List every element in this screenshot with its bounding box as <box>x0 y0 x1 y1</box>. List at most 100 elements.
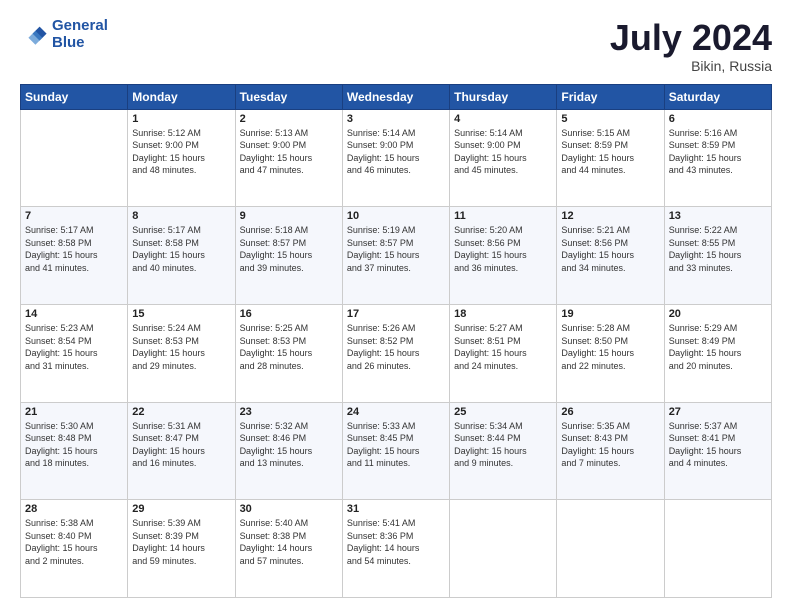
day-info: Sunrise: 5:28 AM Sunset: 8:50 PM Dayligh… <box>561 322 659 372</box>
day-info: Sunrise: 5:17 AM Sunset: 8:58 PM Dayligh… <box>25 224 123 274</box>
day-info: Sunrise: 5:25 AM Sunset: 8:53 PM Dayligh… <box>240 322 338 372</box>
day-number: 28 <box>25 503 123 515</box>
calendar-header-row: SundayMondayTuesdayWednesdayThursdayFrid… <box>21 84 772 109</box>
calendar-cell: 27 Sunrise: 5:37 AM Sunset: 8:41 PM Dayli… <box>664 402 771 500</box>
day-number: 31 <box>347 503 445 515</box>
logo-text: General Blue <box>52 18 108 51</box>
calendar-cell: 10 Sunrise: 5:19 AM Sunset: 8:57 PM Dayli… <box>342 207 449 305</box>
day-number: 16 <box>240 308 338 320</box>
calendar-cell: 28 Sunrise: 5:38 AM Sunset: 8:40 PM Dayli… <box>21 500 128 598</box>
day-number: 19 <box>561 308 659 320</box>
main-title: July 2024 <box>610 18 772 58</box>
logo: General Blue <box>20 18 108 51</box>
calendar-week-5: 28 Sunrise: 5:38 AM Sunset: 8:40 PM Dayli… <box>21 500 772 598</box>
day-number: 10 <box>347 210 445 222</box>
calendar-cell: 26Sunrise: 5:35 AM Sunset: 8:43 PM Dayli… <box>557 402 664 500</box>
title-block: July 2024 Bikin, Russia <box>610 18 772 74</box>
calendar-cell: 14 Sunrise: 5:23 AM Sunset: 8:54 PM Dayli… <box>21 304 128 402</box>
day-number: 20 <box>669 308 767 320</box>
calendar-cell: 11Sunrise: 5:20 AM Sunset: 8:56 PM Dayli… <box>450 207 557 305</box>
day-info: Sunrise: 5:33 AM Sunset: 8:45 PM Dayligh… <box>347 420 445 470</box>
day-info: Sunrise: 5:15 AM Sunset: 8:59 PM Dayligh… <box>561 127 659 177</box>
header: General Blue July 2024 Bikin, Russia <box>20 18 772 74</box>
day-info: Sunrise: 5:29 AM Sunset: 8:49 PM Dayligh… <box>669 322 767 372</box>
logo-blue: Blue <box>52 34 85 51</box>
day-header-friday: Friday <box>557 84 664 109</box>
day-info: Sunrise: 5:20 AM Sunset: 8:56 PM Dayligh… <box>454 224 552 274</box>
day-info: Sunrise: 5:31 AM Sunset: 8:47 PM Dayligh… <box>132 420 230 470</box>
calendar-cell: 19 Sunrise: 5:28 AM Sunset: 8:50 PM Dayli… <box>557 304 664 402</box>
day-number: 26 <box>561 406 659 418</box>
calendar-cell: 16 Sunrise: 5:25 AM Sunset: 8:53 PM Dayli… <box>235 304 342 402</box>
day-info: Sunrise: 5:14 AM Sunset: 9:00 PM Dayligh… <box>347 127 445 177</box>
day-number: 30 <box>240 503 338 515</box>
day-info: Sunrise: 5:34 AM Sunset: 8:44 PM Dayligh… <box>454 420 552 470</box>
calendar-cell <box>557 500 664 598</box>
day-number: 12 <box>561 210 659 222</box>
day-info: Sunrise: 5:41 AM Sunset: 8:36 PM Dayligh… <box>347 517 445 567</box>
calendar-cell: 1 Sunrise: 5:12 AM Sunset: 9:00 PM Daylig… <box>128 109 235 207</box>
day-number: 13 <box>669 210 767 222</box>
calendar-cell: 24Sunrise: 5:33 AM Sunset: 8:45 PM Dayli… <box>342 402 449 500</box>
day-number: 18 <box>454 308 552 320</box>
day-info: Sunrise: 5:19 AM Sunset: 8:57 PM Dayligh… <box>347 224 445 274</box>
day-info: Sunrise: 5:27 AM Sunset: 8:51 PM Dayligh… <box>454 322 552 372</box>
calendar-table: SundayMondayTuesdayWednesdayThursdayFrid… <box>20 84 772 598</box>
calendar-cell: 20 Sunrise: 5:29 AM Sunset: 8:49 PM Dayli… <box>664 304 771 402</box>
day-header-wednesday: Wednesday <box>342 84 449 109</box>
day-number: 1 <box>132 113 230 125</box>
day-number: 5 <box>561 113 659 125</box>
calendar-week-4: 21 Sunrise: 5:30 AM Sunset: 8:48 PM Dayli… <box>21 402 772 500</box>
day-info: Sunrise: 5:21 AM Sunset: 8:56 PM Dayligh… <box>561 224 659 274</box>
day-info: Sunrise: 5:23 AM Sunset: 8:54 PM Dayligh… <box>25 322 123 372</box>
calendar-cell <box>21 109 128 207</box>
calendar-cell: 8Sunrise: 5:17 AM Sunset: 8:58 PM Daylig… <box>128 207 235 305</box>
calendar-cell: 30 Sunrise: 5:40 AM Sunset: 8:38 PM Dayli… <box>235 500 342 598</box>
day-number: 15 <box>132 308 230 320</box>
day-number: 2 <box>240 113 338 125</box>
day-header-sunday: Sunday <box>21 84 128 109</box>
day-info: Sunrise: 5:30 AM Sunset: 8:48 PM Dayligh… <box>25 420 123 470</box>
day-number: 29 <box>132 503 230 515</box>
calendar-cell: 22 Sunrise: 5:31 AM Sunset: 8:47 PM Dayli… <box>128 402 235 500</box>
day-number: 21 <box>25 406 123 418</box>
day-number: 4 <box>454 113 552 125</box>
day-number: 6 <box>669 113 767 125</box>
day-number: 23 <box>240 406 338 418</box>
day-info: Sunrise: 5:14 AM Sunset: 9:00 PM Dayligh… <box>454 127 552 177</box>
day-info: Sunrise: 5:39 AM Sunset: 8:39 PM Dayligh… <box>132 517 230 567</box>
calendar-cell: 23Sunrise: 5:32 AM Sunset: 8:46 PM Dayli… <box>235 402 342 500</box>
day-number: 7 <box>25 210 123 222</box>
calendar-cell <box>664 500 771 598</box>
day-number: 22 <box>132 406 230 418</box>
day-number: 27 <box>669 406 767 418</box>
calendar-cell: 29 Sunrise: 5:39 AM Sunset: 8:39 PM Dayli… <box>128 500 235 598</box>
calendar-cell: 25 Sunrise: 5:34 AM Sunset: 8:44 PM Dayli… <box>450 402 557 500</box>
day-info: Sunrise: 5:24 AM Sunset: 8:53 PM Dayligh… <box>132 322 230 372</box>
calendar-cell: 7 Sunrise: 5:17 AM Sunset: 8:58 PM Daylig… <box>21 207 128 305</box>
calendar-week-1: 1 Sunrise: 5:12 AM Sunset: 9:00 PM Daylig… <box>21 109 772 207</box>
day-number: 25 <box>454 406 552 418</box>
day-info: Sunrise: 5:37 AM Sunset: 8:41 PM Dayligh… <box>669 420 767 470</box>
calendar-cell: 4 Sunrise: 5:14 AM Sunset: 9:00 PM Daylig… <box>450 109 557 207</box>
day-number: 14 <box>25 308 123 320</box>
calendar-cell: 9 Sunrise: 5:18 AM Sunset: 8:57 PM Daylig… <box>235 207 342 305</box>
day-info: Sunrise: 5:40 AM Sunset: 8:38 PM Dayligh… <box>240 517 338 567</box>
calendar-cell: 6 Sunrise: 5:16 AM Sunset: 8:59 PM Daylig… <box>664 109 771 207</box>
calendar-cell: 5 Sunrise: 5:15 AM Sunset: 8:59 PM Daylig… <box>557 109 664 207</box>
day-number: 17 <box>347 308 445 320</box>
day-header-tuesday: Tuesday <box>235 84 342 109</box>
day-info: Sunrise: 5:16 AM Sunset: 8:59 PM Dayligh… <box>669 127 767 177</box>
calendar-week-3: 14 Sunrise: 5:23 AM Sunset: 8:54 PM Dayli… <box>21 304 772 402</box>
day-info: Sunrise: 5:22 AM Sunset: 8:55 PM Dayligh… <box>669 224 767 274</box>
day-header-thursday: Thursday <box>450 84 557 109</box>
day-info: Sunrise: 5:12 AM Sunset: 9:00 PM Dayligh… <box>132 127 230 177</box>
day-number: 9 <box>240 210 338 222</box>
day-number: 3 <box>347 113 445 125</box>
subtitle: Bikin, Russia <box>610 58 772 74</box>
day-info: Sunrise: 5:38 AM Sunset: 8:40 PM Dayligh… <box>25 517 123 567</box>
calendar-cell: 21 Sunrise: 5:30 AM Sunset: 8:48 PM Dayli… <box>21 402 128 500</box>
page: General Blue July 2024 Bikin, Russia Sun… <box>0 0 792 612</box>
day-info: Sunrise: 5:18 AM Sunset: 8:57 PM Dayligh… <box>240 224 338 274</box>
day-header-monday: Monday <box>128 84 235 109</box>
